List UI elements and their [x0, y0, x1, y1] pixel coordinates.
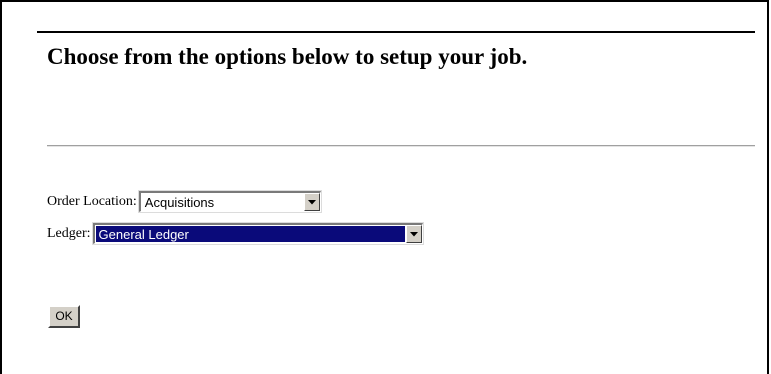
order-location-select[interactable]: Acquisitions: [137, 190, 322, 213]
page-title: Choose from the options below to setup y…: [47, 44, 528, 69]
ledger-row: Ledger: General Ledger: [47, 222, 424, 245]
order-location-dropdown-button[interactable]: [303, 193, 320, 211]
chevron-down-icon: [307, 199, 316, 204]
section-divider: [47, 145, 755, 147]
ledger-dropdown-button[interactable]: [405, 225, 422, 243]
ledger-label: Ledger:: [47, 225, 91, 241]
order-location-label: Order Location:: [47, 193, 137, 209]
ledger-value: General Ledger: [95, 226, 405, 242]
top-divider: [37, 31, 755, 33]
order-location-value: Acquisitions: [144, 195, 215, 210]
ledger-select[interactable]: General Ledger: [91, 222, 424, 245]
chevron-down-icon: [409, 231, 418, 236]
ok-button[interactable]: OK: [48, 305, 80, 328]
order-location-row: Order Location: Acquisitions: [47, 190, 322, 213]
